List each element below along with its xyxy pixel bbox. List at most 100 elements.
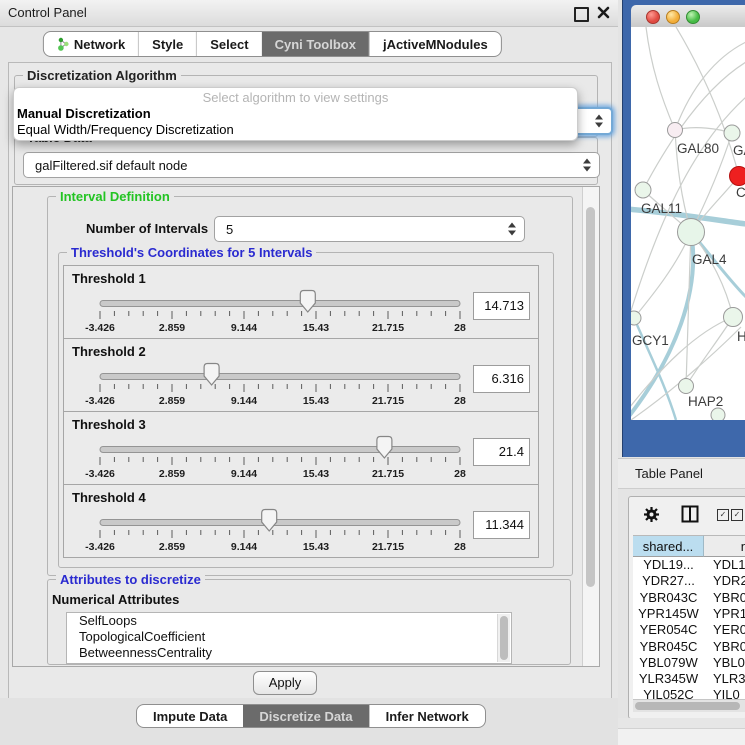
table-panel-title: Table Panel	[635, 466, 703, 481]
threshold-panel: Threshold 1-3.4262.8599.14415.4321.71528…	[63, 265, 539, 339]
svg-text:9.144: 9.144	[231, 468, 257, 480]
float-window-icon[interactable]	[574, 7, 589, 22]
threshold-value-field[interactable]: 6.316	[473, 365, 530, 393]
table-row[interactable]: YLR345WYLR3	[633, 671, 745, 687]
column-header-name[interactable]: na	[704, 535, 745, 557]
slider-thumb[interactable]	[204, 364, 219, 386]
attribute-list-item[interactable]: SelfLoops	[67, 613, 511, 629]
svg-text:9.144: 9.144	[231, 395, 257, 407]
svg-text:28: 28	[454, 322, 466, 334]
slider-thumb[interactable]	[377, 437, 392, 459]
tab-select[interactable]: Select	[196, 32, 261, 56]
zoom-traffic-light-icon[interactable]	[686, 10, 700, 24]
tab-infer-network[interactable]: Infer Network	[369, 705, 485, 727]
close-traffic-light-icon[interactable]	[646, 10, 660, 24]
svg-text:21.715: 21.715	[372, 322, 404, 334]
network-canvas[interactable]: GAL80GACGAL11GAL4GCY1HHAP2	[631, 27, 745, 420]
network-view-window: GAL80GACGAL11GAL4GCY1HHAP2	[622, 0, 745, 457]
table-row[interactable]: YER054CYER0	[633, 622, 745, 638]
network-node[interactable]	[679, 379, 694, 394]
network-node[interactable]	[711, 408, 725, 420]
threshold-value-field[interactable]: 11.344	[473, 511, 530, 539]
dropdown-option[interactable]: Equal Width/Frequency Discretization	[14, 122, 577, 138]
attribute-list-item[interactable]: TopologicalCoefficient	[67, 629, 511, 645]
tab-discretize-data[interactable]: Discretize Data	[243, 705, 368, 727]
gear-icon[interactable]	[643, 506, 660, 523]
network-node-label: C	[736, 185, 745, 200]
threshold-value-field[interactable]: 21.4	[473, 438, 530, 466]
tab-impute-data[interactable]: Impute Data	[137, 705, 243, 727]
close-icon[interactable]	[597, 6, 610, 19]
table-row[interactable]: YPR145WYPR1	[633, 606, 745, 622]
minimize-traffic-light-icon[interactable]	[666, 10, 680, 24]
network-node[interactable]	[678, 219, 705, 246]
network-node[interactable]	[635, 182, 651, 198]
tab-cyni-toolbox[interactable]: Cyni Toolbox	[262, 32, 369, 56]
threshold-label: Threshold 3	[72, 417, 146, 432]
control-panel-tabbar: NetworkStyleSelectCyni ToolboxjActiveMNo…	[43, 31, 502, 57]
dropdown-option[interactable]: Manual Discretization	[14, 106, 577, 122]
svg-text:28: 28	[454, 541, 466, 553]
threshold-coordinates-title: Threshold's Coordinates for 5 Intervals	[67, 245, 316, 260]
svg-text:28: 28	[454, 395, 466, 407]
threshold-slider[interactable]: -3.4262.8599.14415.4321.71528	[72, 286, 472, 336]
threshold-panel: Threshold 4-3.4262.8599.14415.4321.71528…	[63, 484, 539, 558]
network-node-label: GAL4	[692, 252, 727, 267]
network-node[interactable]	[724, 125, 740, 141]
network-node[interactable]	[730, 167, 745, 186]
slider-thumb[interactable]	[300, 291, 315, 313]
attributes-to-discretize-group: Attributes to discretize Numerical Attri…	[47, 579, 571, 665]
svg-text:15.43: 15.43	[303, 541, 329, 553]
threshold-slider[interactable]: -3.4262.8599.14415.4321.71528	[72, 359, 472, 409]
network-icon	[57, 37, 69, 52]
network-node-label: HAP2	[688, 394, 723, 409]
settings-scroll-panel: Interval Definition Number of Intervals …	[12, 186, 600, 667]
network-node[interactable]	[631, 311, 641, 325]
tab-network[interactable]: Network	[44, 32, 138, 56]
checkbox-icon[interactable]: ✓	[717, 509, 729, 521]
apply-button[interactable]: Apply	[253, 671, 317, 695]
interval-definition-title: Interval Definition	[56, 189, 174, 204]
network-node-label: GA	[733, 143, 745, 158]
node-table[interactable]: shared... na YDL19...YDL1YDR27...YDR2YBR…	[633, 535, 745, 711]
threshold-slider[interactable]: -3.4262.8599.14415.4321.71528	[72, 505, 472, 555]
svg-text:2.859: 2.859	[159, 322, 185, 334]
checkbox-icon[interactable]: ✓	[731, 509, 743, 521]
tab-jactivemnodules[interactable]: jActiveMNodules	[369, 32, 501, 56]
threshold-coordinates-group: Threshold's Coordinates for 5 Intervals …	[58, 252, 554, 568]
panel-vertical-scrollbar[interactable]	[582, 187, 599, 666]
cyni-toolbox-panel: Discretization Algorithm Select algorith…	[8, 62, 612, 699]
table-horizontal-scrollbar[interactable]	[633, 699, 745, 712]
network-window-titlebar[interactable]	[631, 5, 745, 28]
svg-text:15.43: 15.43	[303, 322, 329, 334]
tab-style[interactable]: Style	[138, 32, 196, 56]
dropdown-placeholder: Select algorithm to view settings	[14, 90, 577, 106]
slider-thumb[interactable]	[262, 510, 277, 532]
network-node[interactable]	[724, 308, 743, 327]
attributes-group-title: Attributes to discretize	[56, 572, 205, 587]
numerical-attributes-list[interactable]: SelfLoopsTopologicalCoefficientBetweenne…	[66, 612, 512, 664]
algorithm-dropdown-popup: Select algorithm to view settings Manual…	[13, 87, 578, 141]
network-node-label: H	[737, 329, 745, 344]
table-data-combobox[interactable]: galFiltered.sif default node	[23, 152, 600, 178]
table-row[interactable]: YBR043CYBR0	[633, 590, 745, 606]
attribute-list-item[interactable]: BetweennessCentrality	[67, 645, 511, 661]
table-row[interactable]: YDR27...YDR2	[633, 573, 745, 589]
table-row[interactable]: YDL19...YDL1	[633, 557, 745, 573]
control-panel-title: Control Panel	[8, 5, 87, 20]
threshold-value-field[interactable]: 14.713	[473, 292, 530, 320]
svg-text:21.715: 21.715	[372, 468, 404, 480]
column-header-shared-name[interactable]: shared...	[633, 535, 704, 557]
svg-text:9.144: 9.144	[231, 322, 257, 334]
split-columns-icon[interactable]	[681, 505, 699, 523]
svg-text:2.859: 2.859	[159, 468, 185, 480]
cyni-bottom-tabbar: Impute DataDiscretize DataInfer Network	[136, 704, 486, 728]
number-of-intervals-combobox[interactable]: 5	[214, 216, 525, 242]
table-row[interactable]: YBL079WYBL0	[633, 655, 745, 671]
table-panel-footer-strip	[618, 728, 745, 745]
attributes-list-scrollbar[interactable]	[497, 614, 510, 662]
threshold-panel: Threshold 2-3.4262.8599.14415.4321.71528…	[63, 338, 539, 412]
network-node[interactable]	[668, 123, 683, 138]
threshold-slider[interactable]: -3.4262.8599.14415.4321.71528	[72, 432, 472, 482]
table-row[interactable]: YBR045CYBR0	[633, 639, 745, 655]
